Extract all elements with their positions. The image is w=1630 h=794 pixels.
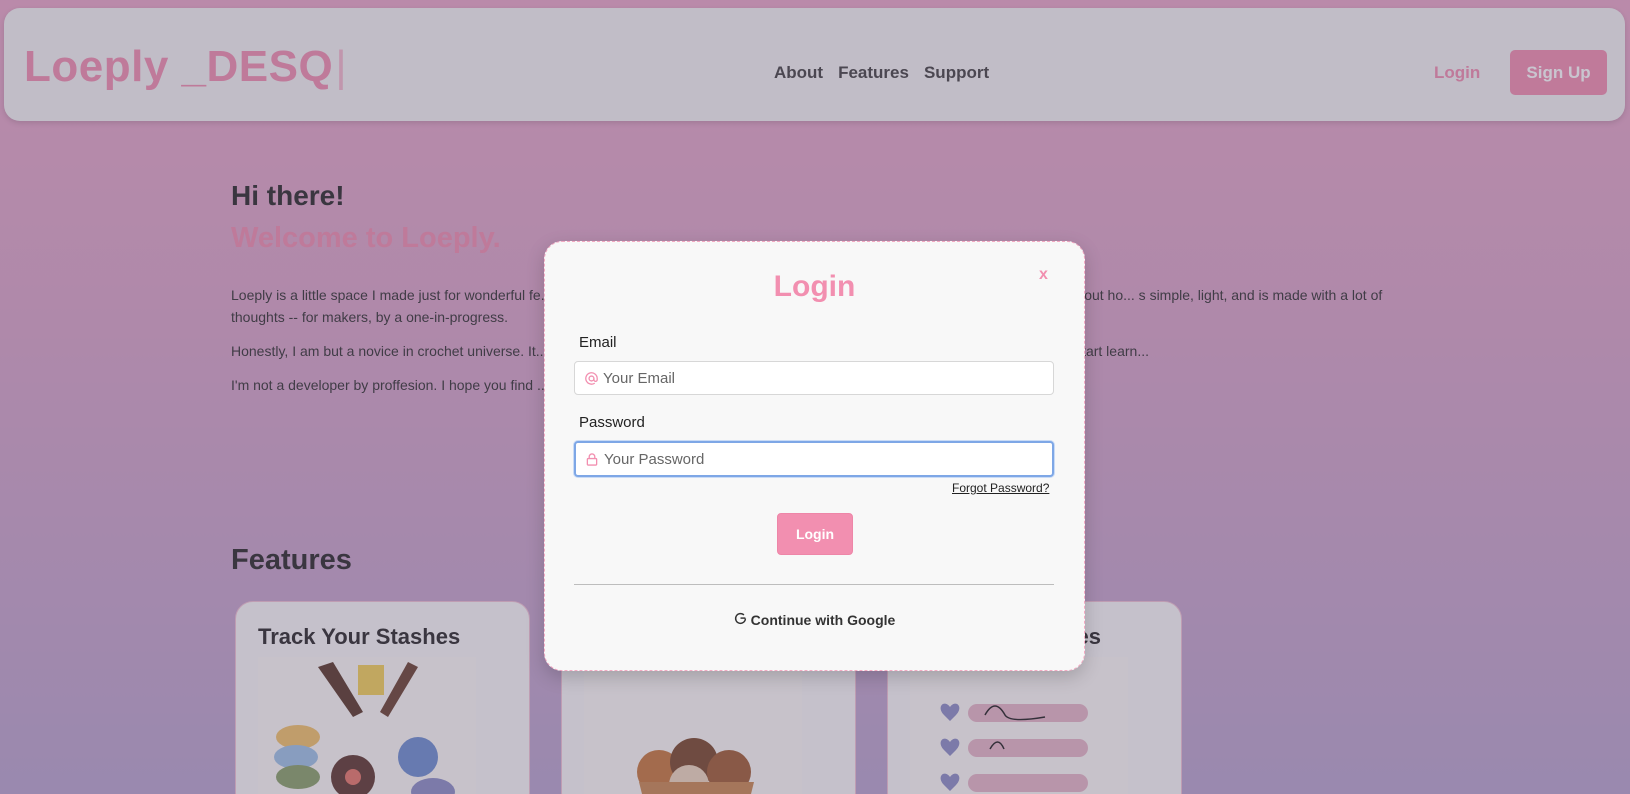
google-icon	[734, 612, 747, 628]
divider	[574, 584, 1054, 585]
google-label: Continue with Google	[750, 612, 896, 628]
email-input[interactable]	[603, 369, 1043, 387]
at-sign-icon	[584, 371, 598, 385]
password-label: Password	[579, 414, 645, 431]
login-modal: Login x Email Password Forgot Password? …	[544, 241, 1085, 671]
login-button[interactable]: Login	[777, 513, 853, 555]
forgot-password-link[interactable]: Forgot Password?	[952, 481, 1049, 495]
password-input[interactable]	[604, 450, 1044, 468]
close-button[interactable]: x	[1039, 266, 1048, 284]
email-label: Email	[579, 334, 617, 351]
password-field[interactable]	[574, 441, 1054, 477]
modal-title: Login	[773, 270, 856, 303]
google-login-button[interactable]: Continue with Google	[545, 612, 1084, 628]
lock-icon	[585, 452, 599, 466]
email-field[interactable]	[574, 361, 1054, 395]
